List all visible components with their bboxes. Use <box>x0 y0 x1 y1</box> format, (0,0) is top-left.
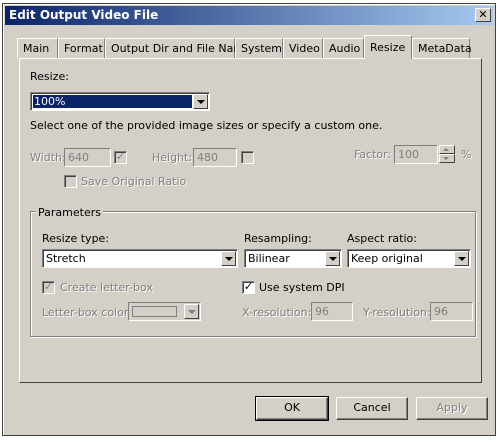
title-bar[interactable]: Edit Output Video File ✕ <box>5 6 493 25</box>
resize-select[interactable]: 100% <box>30 92 210 111</box>
resize-type-label: Resize type: <box>42 232 110 245</box>
y-resolution-input[interactable]: 96 <box>430 302 473 321</box>
apply-button[interactable]: Apply <box>416 397 488 420</box>
resize-label: Resize: <box>30 70 69 83</box>
window-title: Edit Output Video File <box>9 8 159 22</box>
percent-label: % <box>461 148 472 161</box>
height-checkbox[interactable] <box>241 151 254 164</box>
aspect-ratio-value: Keep original <box>351 252 423 265</box>
height-label: Height: <box>152 151 193 164</box>
tab-metadata[interactable]: MetaData <box>412 38 472 58</box>
width-label: Width: <box>30 151 66 164</box>
x-resolution-label: X-resolution: <box>242 306 312 319</box>
tab-video[interactable]: Video <box>283 38 323 58</box>
chevron-down-icon[interactable] <box>325 251 340 266</box>
aspect-ratio-label: Aspect ratio: <box>347 232 417 245</box>
letterbox-color-label: Letter-box color: <box>42 306 132 319</box>
resize-type-value: Stretch <box>46 252 86 265</box>
system-dpi-checkbox[interactable]: ✓ <box>242 281 255 294</box>
save-ratio-checkbox[interactable] <box>64 175 77 188</box>
parameters-title: Parameters <box>36 206 103 219</box>
chevron-down-icon[interactable] <box>454 251 469 266</box>
tab-audio[interactable]: Audio <box>323 38 364 58</box>
color-swatch <box>132 306 177 317</box>
height-input[interactable]: 480 <box>193 148 237 167</box>
tab-resize[interactable]: Resize <box>364 35 412 59</box>
system-dpi-label: Use system DPI <box>259 281 345 294</box>
resampling-value: Bilinear <box>248 252 290 265</box>
resize-hint: Select one of the provided image sizes o… <box>30 119 383 132</box>
chevron-down-icon[interactable] <box>184 304 199 319</box>
letterbox-label: Create letter-box <box>60 281 153 294</box>
chevron-down-icon[interactable] <box>193 94 208 109</box>
tab-format[interactable]: Format <box>58 38 105 58</box>
letterbox-color-picker[interactable] <box>128 302 201 321</box>
width-input[interactable]: 640 <box>64 148 111 167</box>
tab-output-dir[interactable]: Output Dir and File Name <box>105 38 251 58</box>
resampling-label: Resampling: <box>244 232 312 245</box>
width-checkbox[interactable]: ✓ <box>114 151 127 164</box>
cancel-button[interactable]: Cancel <box>336 397 408 420</box>
y-resolution-label: Y-resolution: <box>363 306 431 319</box>
close-button[interactable]: ✕ <box>475 8 491 22</box>
x-resolution-input[interactable]: 96 <box>311 302 353 321</box>
ok-button[interactable]: OK <box>255 396 329 421</box>
aspect-ratio-select[interactable]: Keep original <box>347 249 471 268</box>
tab-main[interactable]: Main <box>17 38 58 58</box>
tab-system[interactable]: System <box>235 38 283 58</box>
save-ratio-label: Save Original Ratio <box>81 175 187 188</box>
letterbox-checkbox[interactable]: ✓ <box>42 281 55 294</box>
resampling-select[interactable]: Bilinear <box>244 249 342 268</box>
chevron-down-icon[interactable] <box>221 251 236 266</box>
factor-input[interactable]: 100 <box>394 145 438 164</box>
factor-spinner[interactable] <box>439 145 455 164</box>
factor-label: Factor: <box>354 148 392 161</box>
resize-type-select[interactable]: Stretch <box>42 249 238 268</box>
resize-value: 100% <box>33 95 192 108</box>
